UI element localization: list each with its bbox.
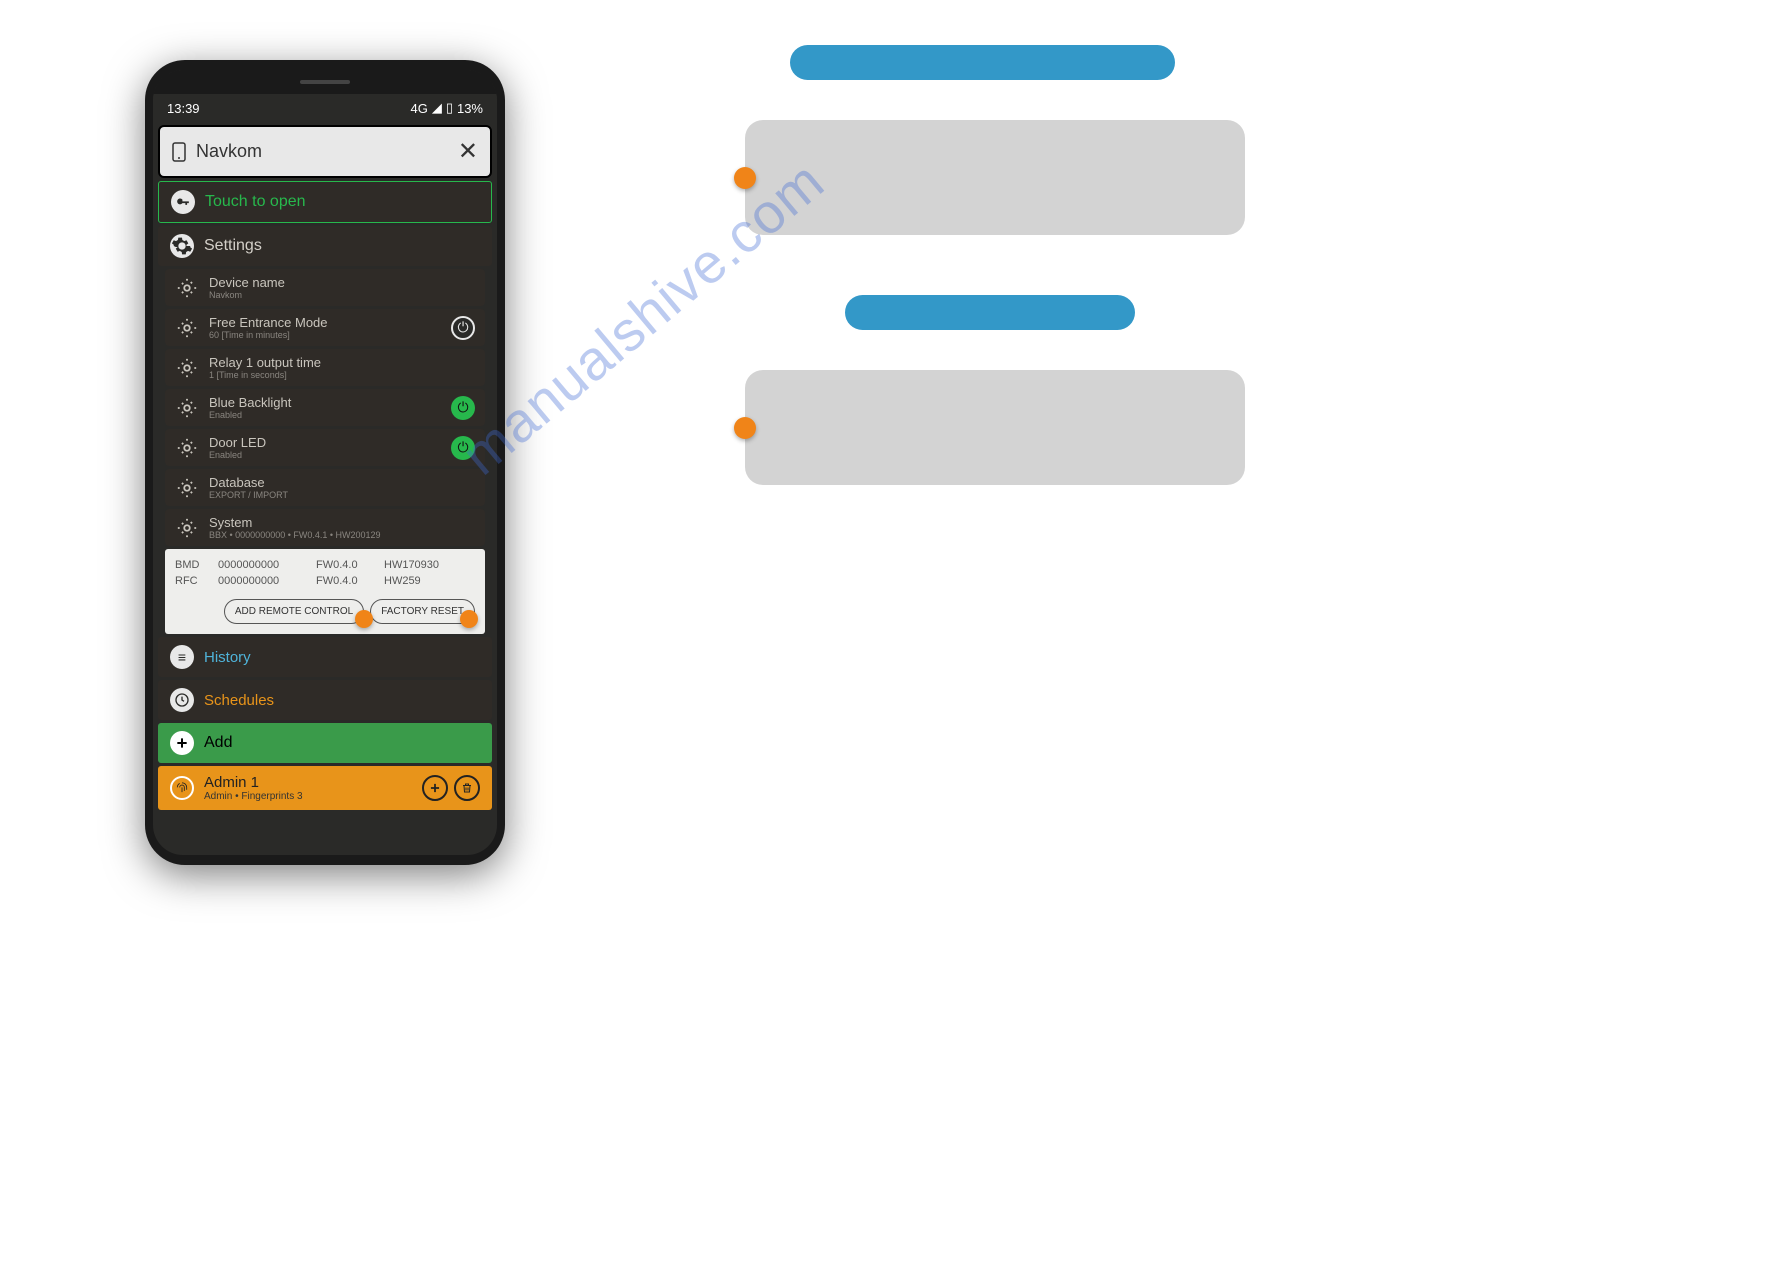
status-bar: 13:39 4G ◢ ▯ 13%	[153, 94, 497, 122]
history-row[interactable]: ≡ History	[158, 637, 492, 677]
gear-icon	[175, 316, 199, 340]
gear-icon	[175, 276, 199, 300]
setting-database[interactable]: Database EXPORT / IMPORT	[165, 469, 485, 506]
admin-sub: Admin • Fingerprints 3	[204, 791, 412, 802]
setting-title: System	[209, 515, 475, 530]
app-header: Navkom ✕	[158, 125, 492, 178]
gear-icon	[175, 396, 199, 420]
gear-icon	[175, 356, 199, 380]
status-network: 4G	[410, 101, 427, 116]
plus-icon	[170, 731, 194, 755]
setting-sub: Enabled	[209, 450, 441, 460]
callout-body-2	[745, 370, 1245, 485]
add-admin-icon[interactable]	[422, 775, 448, 801]
setting-device-name[interactable]: Device name Navkom	[165, 269, 485, 306]
callout-body-1	[745, 120, 1245, 235]
info-cell: FW0.4.0	[316, 575, 376, 587]
setting-sub: EXPORT / IMPORT	[209, 490, 475, 500]
touch-to-open-row[interactable]: Touch to open	[158, 181, 492, 223]
setting-sub: Enabled	[209, 410, 441, 420]
power-icon[interactable]: ⏻	[451, 316, 475, 340]
setting-title: Blue Backlight	[209, 395, 441, 410]
status-time: 13:39	[167, 101, 200, 116]
setting-title: Free Entrance Mode	[209, 315, 441, 330]
admin-title: Admin 1	[204, 774, 412, 791]
admin-row[interactable]: Admin 1 Admin • Fingerprints 3	[158, 766, 492, 810]
setting-title: Database	[209, 475, 475, 490]
add-row[interactable]: Add	[158, 723, 492, 763]
gear-icon	[175, 436, 199, 460]
setting-system[interactable]: System BBX • 0000000000 • FW0.4.1 • HW20…	[165, 509, 485, 546]
info-cell: HW259	[384, 575, 454, 587]
key-icon	[171, 190, 195, 214]
phone-notch	[153, 70, 497, 94]
status-battery: 13%	[457, 101, 483, 116]
gear-icon	[170, 234, 194, 258]
info-cell: HW170930	[384, 559, 454, 571]
setting-title: Door LED	[209, 435, 441, 450]
info-cell: 0000000000	[218, 559, 308, 571]
info-cell: FW0.4.0	[316, 559, 376, 571]
callout-header-1	[790, 45, 1175, 80]
setting-backlight[interactable]: Blue Backlight Enabled ⏻	[165, 389, 485, 426]
list-icon: ≡	[170, 645, 194, 669]
setting-free-entrance[interactable]: Free Entrance Mode 60 [Time in minutes] …	[165, 309, 485, 346]
fingerprint-icon	[170, 776, 194, 800]
close-icon[interactable]: ✕	[458, 137, 478, 166]
app-title: Navkom	[196, 141, 262, 162]
callout-header-2	[845, 295, 1135, 330]
phone-screen: 13:39 4G ◢ ▯ 13% Navkom ✕ T	[153, 70, 497, 855]
callout-marker-icon	[734, 167, 756, 189]
setting-sub: 1 [Time in seconds]	[209, 370, 475, 380]
battery-icon: ▯	[446, 100, 453, 116]
add-label: Add	[204, 734, 232, 752]
setting-sub: 60 [Time in minutes]	[209, 330, 441, 340]
setting-sub: BBX • 0000000000 • FW0.4.1 • HW200129	[209, 530, 475, 540]
callout-marker-icon	[734, 417, 756, 439]
delete-admin-icon[interactable]	[454, 775, 480, 801]
clock-icon	[170, 688, 194, 712]
setting-title: Relay 1 output time	[209, 355, 475, 370]
gear-icon	[175, 516, 199, 540]
settings-header-row[interactable]: Settings	[158, 226, 492, 266]
signal-icon: ◢	[432, 100, 442, 116]
device-icon	[172, 142, 186, 162]
setting-door-led[interactable]: Door LED Enabled ⏻	[165, 429, 485, 466]
info-cell: BMD	[175, 559, 210, 571]
schedules-row[interactable]: Schedules	[158, 680, 492, 720]
setting-relay[interactable]: Relay 1 output time 1 [Time in seconds]	[165, 349, 485, 386]
gear-icon	[175, 476, 199, 500]
callout-marker-icon	[460, 610, 478, 628]
info-cell: RFC	[175, 575, 210, 587]
setting-title: Device name	[209, 275, 475, 290]
setting-sub: Navkom	[209, 290, 475, 300]
add-remote-control-button[interactable]: ADD REMOTE CONTROL	[224, 599, 364, 624]
info-cell: 0000000000	[218, 575, 308, 587]
callout-marker-icon	[355, 610, 373, 628]
schedules-label: Schedules	[204, 692, 274, 709]
history-label: History	[204, 649, 251, 666]
phone-frame: 13:39 4G ◢ ▯ 13% Navkom ✕ T	[145, 60, 505, 865]
speaker-slot	[300, 80, 350, 84]
power-on-icon[interactable]: ⏻	[451, 436, 475, 460]
power-on-icon[interactable]: ⏻	[451, 396, 475, 420]
system-info-panel: BMD 0000000000 FW0.4.0 HW170930 RFC 0000…	[165, 549, 485, 634]
settings-label: Settings	[204, 237, 262, 255]
touch-to-open-label: Touch to open	[205, 193, 306, 211]
